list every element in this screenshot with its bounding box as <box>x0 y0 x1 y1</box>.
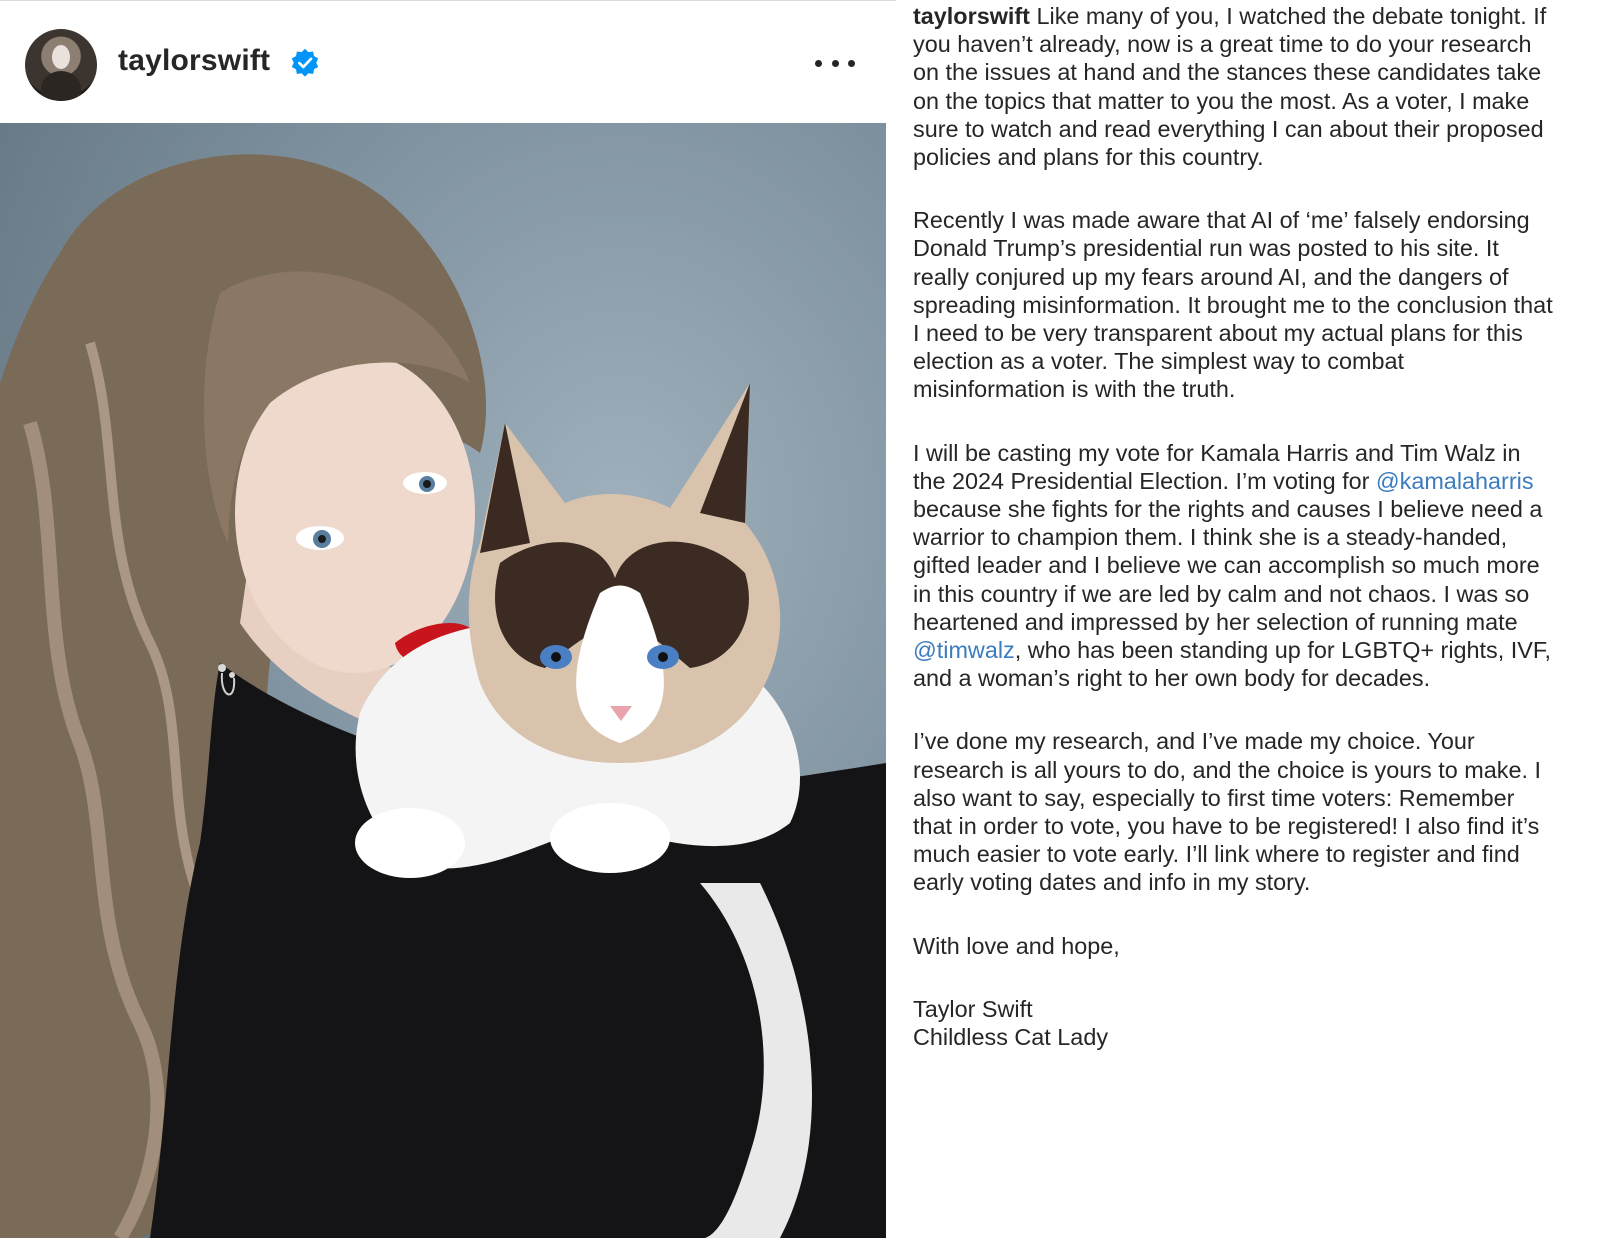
signature-title: Childless Cat Lady <box>913 1024 1109 1051</box>
caption-username[interactable]: taylorswift <box>913 3 1030 29</box>
more-horizontal-icon[interactable] <box>815 43 855 83</box>
post-media-panel: taylorswift <box>0 0 896 1238</box>
photo-illustration <box>0 154 886 1238</box>
avatar[interactable] <box>25 29 97 101</box>
caption-paragraph: taylorswift Like many of you, I watched … <box>913 2 1553 171</box>
post-username[interactable]: taylorswift <box>118 44 270 78</box>
mention-link[interactable]: @kamalaharris <box>1376 468 1534 494</box>
post-header: taylorswift <box>0 0 896 124</box>
signature-name: Taylor Swift <box>913 995 1033 1022</box>
post-caption: taylorswift Like many of you, I watched … <box>913 2 1553 1051</box>
avatar-face <box>52 45 70 69</box>
more-dot <box>831 59 839 67</box>
avatar-body <box>41 71 81 101</box>
post-photo[interactable] <box>0 123 886 1238</box>
verified-badge-icon <box>291 48 319 77</box>
caption-paragraph: I will be casting my vote for Kamala Har… <box>913 439 1553 693</box>
more-dot <box>815 59 822 67</box>
caption-paragraph: Recently I was made aware that AI of ‘me… <box>913 207 1553 403</box>
mention-link[interactable]: @timwalz <box>913 637 1015 663</box>
caption-text: because she fights for the rights and ca… <box>913 496 1543 635</box>
caption-paragraph: I’ve done my research, and I’ve made my … <box>913 728 1541 896</box>
caption-paragraph: With love and hope, <box>913 932 1120 959</box>
more-dot <box>848 59 855 67</box>
